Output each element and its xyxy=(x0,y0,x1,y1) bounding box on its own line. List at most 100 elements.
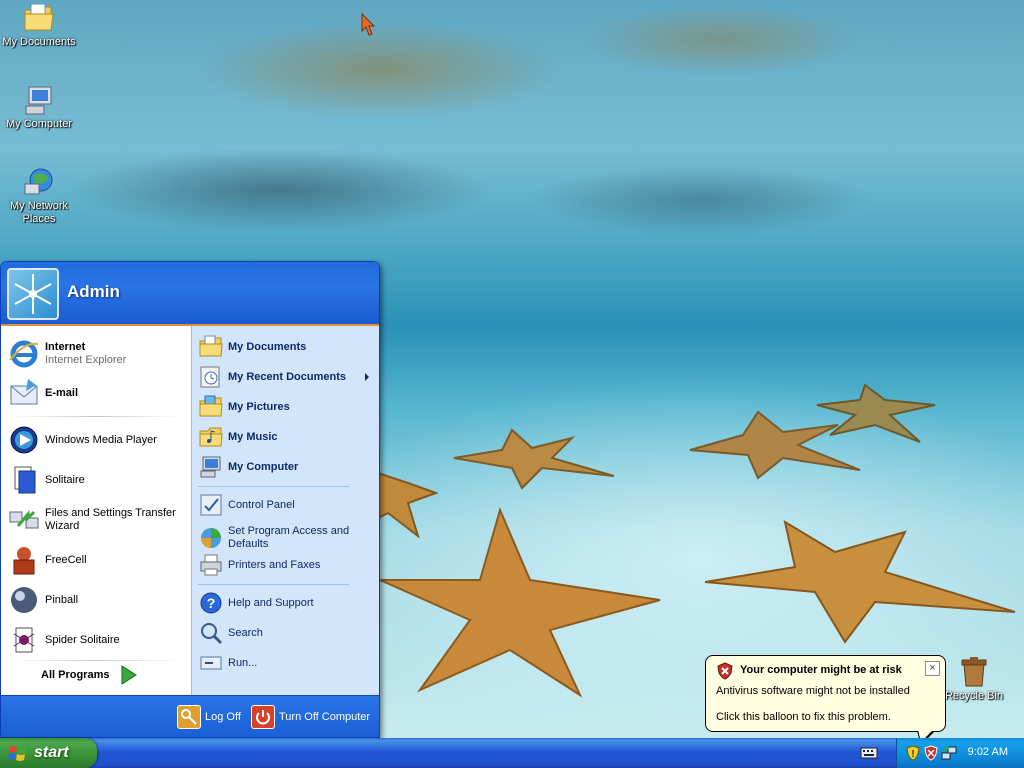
desktop-icon-label: My Documents xyxy=(2,36,76,48)
media-player-icon xyxy=(10,426,38,454)
language-bar-icon[interactable] xyxy=(860,747,878,759)
printer-icon xyxy=(200,554,222,576)
desktop-icon-my-network-places[interactable]: My Network Places xyxy=(1,166,77,226)
starfish-back-right xyxy=(816,383,936,443)
place-item-my-computer[interactable]: My Computer xyxy=(198,453,375,481)
system-item-label: Set Program Access and Defaults xyxy=(228,525,350,550)
key-icon xyxy=(177,705,201,729)
pinned-item-internet[interactable]: Internet Internet Explorer xyxy=(7,334,187,374)
start-menu-left-pane: Internet Internet Explorer E-mail Windows… xyxy=(1,326,191,695)
place-item-label: My Computer xyxy=(228,460,299,473)
pinned-item-title: E-mail xyxy=(45,386,79,399)
start-menu: Admin InternetInternet Explorer E-mail xyxy=(0,261,380,738)
spider-solitaire-icon xyxy=(13,627,35,653)
place-item-my-documents[interactable]: My Documents xyxy=(198,333,375,361)
recent-item-freecell[interactable]: FreeCell xyxy=(7,541,187,579)
system-item-program-access[interactable]: Set Program Access and Defaults xyxy=(198,521,375,555)
help-item-search[interactable]: Search xyxy=(198,619,375,647)
user-name: Admin xyxy=(67,282,120,301)
starfish-left-partial xyxy=(378,471,438,538)
turn-off-label: Turn Off Computer xyxy=(279,711,371,723)
desktop-icon-label: Recycle Bin xyxy=(944,690,1004,702)
desktop-icon-my-computer[interactable]: My Computer xyxy=(1,84,77,131)
place-item-label: My Recent Documents xyxy=(228,370,346,383)
place-item-label: My Documents xyxy=(228,340,307,353)
recent-item-label: Spider Solitaire xyxy=(45,633,120,646)
recent-item-solitaire[interactable]: Solitaire xyxy=(7,461,187,499)
help-item-help-support[interactable]: ? Help and Support xyxy=(198,589,375,617)
run-icon xyxy=(200,656,222,670)
folder-documents-icon xyxy=(199,335,223,357)
system-item-label: Printers and Faxes xyxy=(228,558,321,571)
recent-item-label: Files and Settings Transfer Wizard xyxy=(45,507,176,532)
balloon-message: Antivirus software might not be installe… xyxy=(716,685,910,697)
all-programs-button[interactable]: All Programs xyxy=(41,664,139,686)
pinball-icon xyxy=(11,587,37,613)
system-item-control-panel[interactable]: Control Panel xyxy=(198,491,375,519)
starfish-middle xyxy=(453,428,615,490)
desktop-icon-label: My Network Places xyxy=(9,200,69,225)
svg-text:?: ? xyxy=(207,595,216,611)
place-item-my-pictures[interactable]: My Pictures xyxy=(198,393,375,421)
balloon-close-button[interactable]: × xyxy=(925,661,940,676)
folder-documents-icon xyxy=(24,3,54,31)
svg-text:!: ! xyxy=(911,749,914,760)
security-balloon[interactable]: Your computer might be at risk × Antivir… xyxy=(705,655,946,732)
balloon-action-text: Click this balloon to fix this problem. xyxy=(716,711,891,723)
recent-item-windows-media-player[interactable]: Windows Media Player xyxy=(7,421,187,459)
recent-item-spider-solitaire[interactable]: Spider Solitaire xyxy=(7,621,187,659)
system-tray: ! 9:02 AM xyxy=(896,738,1024,768)
internet-explorer-icon xyxy=(9,340,39,368)
email-icon xyxy=(10,379,38,405)
freecell-icon xyxy=(13,547,35,575)
all-programs-label: All Programs xyxy=(41,669,110,681)
menu-separator xyxy=(11,416,181,417)
taskbar: start ! 9:02 AM xyxy=(0,738,1024,768)
turn-off-computer-button[interactable]: Turn Off Computer xyxy=(251,705,370,729)
start-menu-header: Admin xyxy=(1,262,379,326)
windows-flag-icon xyxy=(8,746,26,761)
shell-cursor-icon xyxy=(361,12,376,36)
system-item-label: Control Panel xyxy=(228,498,295,511)
pinned-item-email[interactable]: E-mail xyxy=(7,375,187,411)
desktop-icon-recycle-bin[interactable]: Recycle Bin xyxy=(936,656,1012,703)
computer-icon xyxy=(200,456,221,478)
submenu-arrow-icon xyxy=(365,373,369,381)
balloon-title: Your computer might be at risk xyxy=(740,664,902,676)
desktop-icon-label: My Computer xyxy=(5,118,73,130)
pinned-item-subtitle: Internet Explorer xyxy=(45,354,127,366)
place-item-my-recent-documents[interactable]: My Recent Documents xyxy=(198,363,375,391)
log-off-button[interactable]: Log Off xyxy=(177,705,241,729)
start-menu-body: Internet Internet Explorer E-mail Windows… xyxy=(1,326,379,695)
help-icon: ? xyxy=(200,592,222,614)
folder-pictures-icon xyxy=(199,395,223,417)
menu-separator xyxy=(198,486,349,487)
user-avatar[interactable] xyxy=(7,268,59,320)
system-item-printers-faxes[interactable]: Printers and Faxes xyxy=(198,551,375,579)
network-connection-icon[interactable] xyxy=(941,745,957,761)
place-item-label: My Music xyxy=(228,430,278,443)
green-arrow-icon xyxy=(121,665,138,685)
recent-item-pinball[interactable]: Pinball xyxy=(7,581,187,619)
recent-item-label: FreeCell xyxy=(45,553,87,566)
pinned-item-title: Internet xyxy=(45,341,86,353)
start-button[interactable]: start xyxy=(0,738,97,768)
transfer-wizard-icon xyxy=(9,509,39,529)
place-item-my-music[interactable]: My Music xyxy=(198,423,375,451)
power-icon xyxy=(251,705,275,729)
snowflake-icon xyxy=(14,274,52,314)
search-icon xyxy=(201,623,223,645)
control-panel-icon xyxy=(200,494,222,516)
security-center-icon[interactable]: ! xyxy=(905,745,921,761)
security-alert-shield-icon[interactable] xyxy=(923,745,939,761)
recent-item-transfer-wizard[interactable]: Files and Settings Transfer Wizard xyxy=(7,501,187,539)
help-item-run[interactable]: Run... xyxy=(198,649,375,677)
desktop-icon-my-documents[interactable]: My Documents xyxy=(1,2,77,49)
solitaire-icon xyxy=(14,466,36,494)
place-item-label: My Pictures xyxy=(228,400,290,413)
taskbar-clock[interactable]: 9:02 AM xyxy=(968,746,1008,758)
log-off-label: Log Off xyxy=(205,711,241,723)
starfish-right xyxy=(705,519,1016,644)
recycle-bin-icon xyxy=(961,657,987,687)
security-shield-icon xyxy=(717,662,733,680)
